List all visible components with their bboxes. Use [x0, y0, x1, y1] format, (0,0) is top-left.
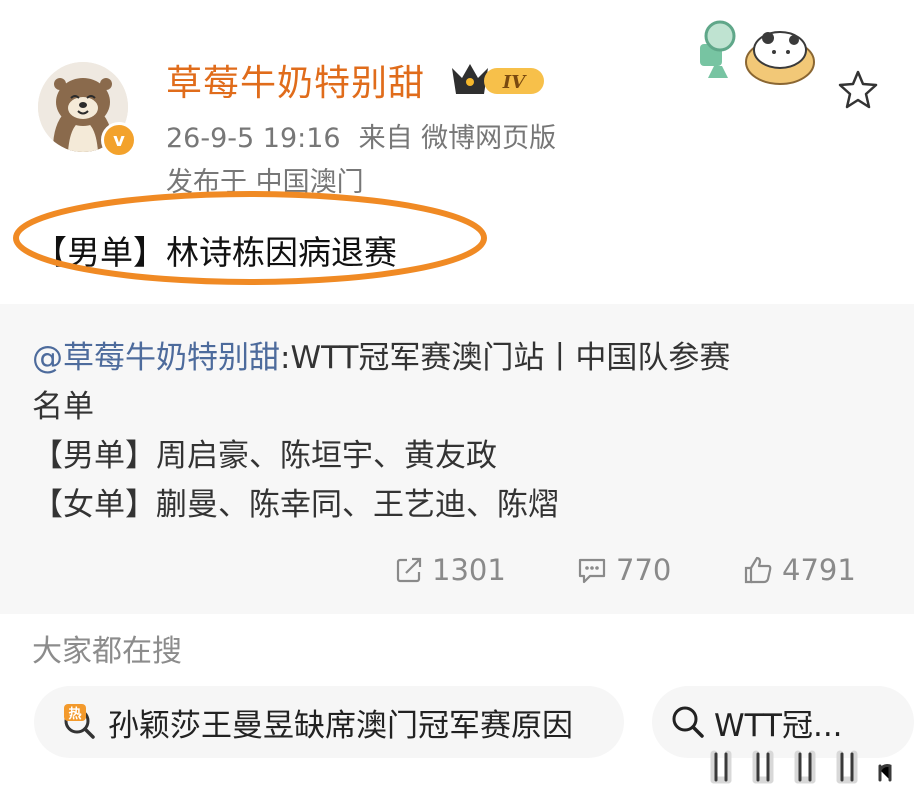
hot-search-icon: 热 — [64, 704, 95, 739]
post-text: 【男单】林诗栋因病退赛 — [34, 233, 397, 272]
level-badge-text: IV — [502, 72, 527, 93]
trending-search-item[interactable]: 热 孙颖莎王曼昱缺席澳门冠军赛原因 — [34, 686, 624, 758]
thumbs-up-icon — [744, 556, 772, 584]
post-source: 来自 微博网页版 — [358, 123, 557, 154]
repost-text: @草莓牛奶特别甜:WTT冠军赛澳门站丨中国队参赛 名单 【男单】周启豪、陈垣宇、… — [32, 334, 892, 530]
repost-title: :WTT冠军赛澳门站丨中国队参赛 — [280, 340, 731, 376]
like-button[interactable]: 4791 — [742, 550, 856, 590]
share-icon — [396, 557, 422, 583]
repost-button[interactable]: 1301 — [394, 550, 506, 590]
watermark-mark-icon — [710, 750, 892, 784]
trending-search-title: 大家都在搜 — [32, 634, 182, 669]
repost-area[interactable]: @草莓牛奶特别甜:WTT冠军赛澳门站丨中国队参赛 名单 【男单】周启豪、陈垣宇、… — [0, 304, 914, 614]
comment-button[interactable]: 770 — [576, 550, 671, 590]
repost-line-men: 【男单】周启豪、陈垣宇、黄友政 — [32, 438, 497, 474]
repost-line-women: 【女单】蒯曼、陈幸同、王艺迪、陈熠 — [32, 487, 559, 523]
level-crown-badge: IV — [452, 64, 544, 94]
star-icon[interactable] — [836, 68, 880, 112]
repost-count: 1301 — [432, 553, 506, 587]
repost-line-2: 名单 — [32, 389, 94, 425]
post-location: 发布于 中国澳门 — [166, 167, 364, 198]
like-count: 4791 — [782, 553, 856, 587]
username[interactable]: 草莓牛奶特别甜 — [166, 54, 425, 106]
post-meta: 26-9-5 19:16 来自 微博网页版 — [166, 116, 556, 155]
search-icon — [672, 706, 704, 738]
post-timestamp: 26-9-5 19:16 — [166, 123, 341, 154]
trending-search-text: WTT冠... — [714, 707, 843, 744]
repost-mention[interactable]: @草莓牛奶特别甜 — [32, 340, 280, 376]
verified-badge: v — [101, 122, 137, 158]
trending-search-text: 孙颖莎王曼昱缺席澳门冠军赛原因 — [108, 707, 573, 744]
hot-badge-text: 热 — [68, 706, 81, 722]
comment-count: 770 — [616, 553, 672, 587]
comment-icon — [578, 558, 606, 584]
post-card: v 草莓牛奶特别甜 IV 26-9-5 19:16 来自 微博网页版 发布于 中国… — [0, 0, 914, 304]
fan-cat-decoration-icon — [700, 20, 815, 85]
